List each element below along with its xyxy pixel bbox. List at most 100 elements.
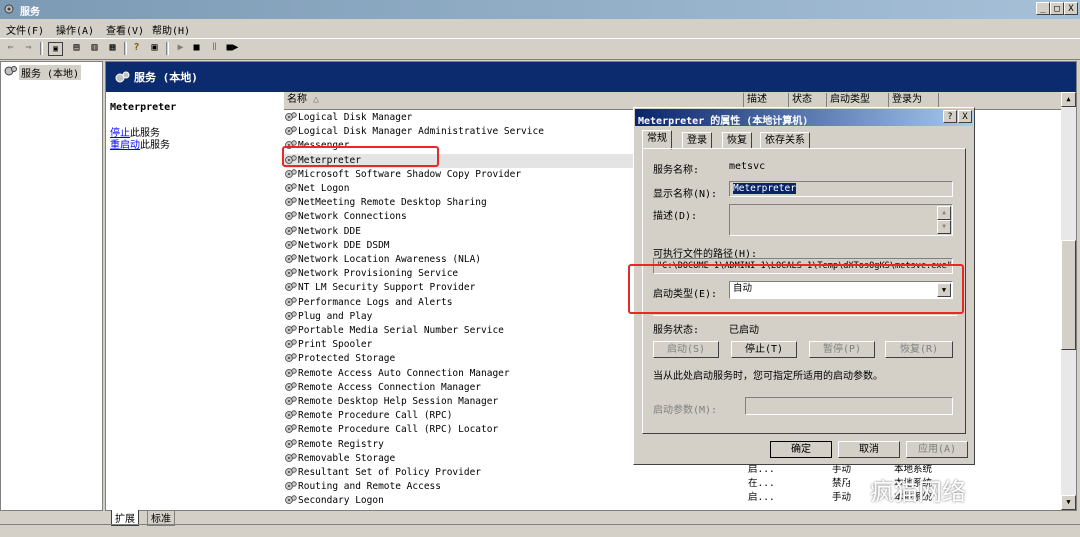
- service-gear-icon: [284, 296, 298, 308]
- display-name-field[interactable]: Meterpreter: [729, 181, 953, 197]
- refresh-icon[interactable]: ▦: [106, 42, 119, 54]
- service-gear-icon: [284, 438, 298, 450]
- start-service-icon[interactable]: ▶: [174, 42, 187, 54]
- table-row[interactable]: Plug and Play: [284, 310, 372, 324]
- table-row[interactable]: Network Provisioning Service: [284, 267, 458, 281]
- selected-service-name: Meterpreter: [110, 102, 177, 113]
- table-row[interactable]: NetMeeting Remote Desktop Sharing: [284, 196, 487, 210]
- service-name: Remote Registry: [298, 438, 384, 450]
- dialog-close-button[interactable]: X: [958, 110, 972, 123]
- stop-button[interactable]: 停止(T): [731, 341, 797, 358]
- table-row[interactable]: Protected Storage: [284, 352, 395, 366]
- service-name: Network DDE: [298, 225, 361, 237]
- export-list-icon[interactable]: ▥: [88, 42, 101, 54]
- service-status-label: 服务状态:: [653, 325, 700, 336]
- stop-service-icon[interactable]: ■: [190, 42, 203, 54]
- column-header-description[interactable]: 描述: [744, 93, 789, 107]
- restart-service-icon[interactable]: ■▶: [226, 42, 239, 54]
- pause-service-icon[interactable]: Ⅱ: [208, 42, 221, 54]
- table-row[interactable]: Remote Access Connection Manager: [284, 381, 481, 395]
- table-row[interactable]: Network DDE DSDM: [284, 239, 390, 253]
- resume-button[interactable]: 恢复(R): [885, 341, 953, 358]
- apply-button[interactable]: 应用(A): [906, 441, 968, 458]
- table-row[interactable]: Network DDE: [284, 225, 361, 239]
- menu-file[interactable]: 文件(F): [6, 22, 44, 37]
- service-name: Remote Procedure Call (RPC): [298, 410, 453, 422]
- pause-button[interactable]: 暂停(P): [809, 341, 875, 358]
- close-button[interactable]: X: [1064, 2, 1078, 15]
- menu-help[interactable]: 帮助(H): [152, 22, 190, 37]
- cell-startup-type: 手动: [832, 464, 852, 475]
- vertical-scrollbar[interactable]: ▲ ▼: [1061, 92, 1076, 510]
- tab-dependencies[interactable]: 依存关系: [760, 132, 810, 149]
- maximize-button[interactable]: □: [1050, 2, 1064, 15]
- table-row[interactable]: Remote Procedure Call (RPC): [284, 409, 452, 423]
- start-button[interactable]: 启动(S): [653, 341, 719, 358]
- start-params-field[interactable]: [745, 397, 953, 415]
- dialog-help-button[interactable]: ?: [943, 110, 957, 123]
- table-row[interactable]: Network Connections: [284, 210, 407, 224]
- service-name: Resultant Set of Policy Provider: [298, 467, 482, 478]
- tab-recovery[interactable]: 恢复: [722, 132, 752, 149]
- table-row[interactable]: Remote Desktop Help Session Manager: [284, 395, 498, 409]
- menu-action[interactable]: 操作(A): [56, 22, 94, 37]
- table-row[interactable]: Net Logon: [284, 182, 349, 196]
- scroll-up-icon[interactable]: ▲: [1061, 92, 1076, 107]
- tab-logon[interactable]: 登录: [682, 132, 712, 149]
- table-row[interactable]: Network Location Awareness (NLA): [284, 253, 481, 267]
- minimize-button[interactable]: _: [1036, 2, 1050, 15]
- services-gear-icon: [4, 4, 14, 14]
- service-name: Logical Disk Manager: [298, 112, 413, 123]
- service-status-value: 已启动: [729, 325, 759, 336]
- table-row[interactable]: Logical Disk Manager: [284, 111, 412, 125]
- scroll-thumb[interactable]: [1061, 240, 1076, 350]
- table-row[interactable]: Performance Logs and Alerts: [284, 296, 452, 310]
- help-icon[interactable]: ?: [130, 42, 143, 54]
- display-name-text: Meterpreter: [733, 183, 796, 194]
- cancel-button[interactable]: 取消: [838, 441, 900, 458]
- display-name-label: 显示名称(N):: [653, 189, 718, 200]
- scroll-down-icon[interactable]: ▼: [937, 220, 951, 234]
- highlight-box-meterpreter: [282, 146, 439, 167]
- table-row[interactable]: Remote Access Auto Connection Manager: [284, 367, 510, 381]
- ok-button[interactable]: 确定: [770, 441, 832, 458]
- table-row[interactable]: NT LM Security Support Provider: [284, 281, 475, 295]
- table-row[interactable]: Removable Storage: [284, 452, 395, 466]
- service-gear-icon: [284, 353, 298, 364]
- tree-item-services-local[interactable]: 服务 (本地): [19, 65, 82, 80]
- menu-view[interactable]: 查看(V): [106, 22, 144, 37]
- menu-bar: 文件(F) 操作(A) 查看(V) 帮助(H): [0, 19, 1080, 37]
- wechat-icon: [844, 477, 868, 497]
- description-field[interactable]: ▲ ▼: [729, 204, 953, 236]
- scroll-up-icon[interactable]: ▲: [937, 206, 951, 220]
- table-row[interactable]: Microsoft Software Shadow Copy Provider: [284, 168, 521, 182]
- services-gear-icon: [4, 66, 17, 76]
- dialog-title: Meterpreter 的属性 (本地计算机): [638, 116, 809, 127]
- forward-arrow-icon[interactable]: ⇒: [22, 42, 35, 54]
- restart-service-link[interactable]: 重启动: [110, 140, 140, 151]
- console-icon[interactable]: ▣: [148, 42, 161, 54]
- toolbar-separator: [124, 42, 127, 55]
- column-header-name[interactable]: 名称 △: [284, 93, 744, 107]
- table-row[interactable]: Print Spooler: [284, 338, 372, 352]
- window-title: 服务: [20, 7, 40, 18]
- back-arrow-icon[interactable]: ⇐: [4, 42, 17, 54]
- service-gear-icon: [284, 211, 298, 222]
- column-header-startup-type[interactable]: 启动类型: [827, 93, 889, 107]
- service-gear-icon: [284, 481, 298, 492]
- table-row[interactable]: Remote Registry: [284, 438, 384, 452]
- show-hide-tree-icon[interactable]: ▣: [48, 42, 63, 56]
- column-header-logon-as[interactable]: 登录为: [889, 93, 939, 107]
- table-row[interactable]: Remote Procedure Call (RPC) Locator: [284, 423, 498, 437]
- scroll-down-icon[interactable]: ▼: [1061, 495, 1076, 510]
- table-row[interactable]: Resultant Set of Policy Provider: [284, 466, 481, 480]
- properties-icon[interactable]: ▤: [70, 42, 83, 54]
- service-gear-icon: [284, 410, 298, 421]
- tab-general[interactable]: 常规: [642, 130, 672, 150]
- table-row[interactable]: Secondary Logon: [284, 494, 384, 508]
- table-row[interactable]: Portable Media Serial Number Service: [284, 324, 504, 338]
- table-row[interactable]: Routing and Remote Access: [284, 480, 441, 494]
- column-header-status[interactable]: 状态: [789, 93, 827, 107]
- table-row[interactable]: Logical Disk Manager Administrative Serv…: [284, 125, 544, 139]
- service-name: Protected Storage: [298, 353, 396, 365]
